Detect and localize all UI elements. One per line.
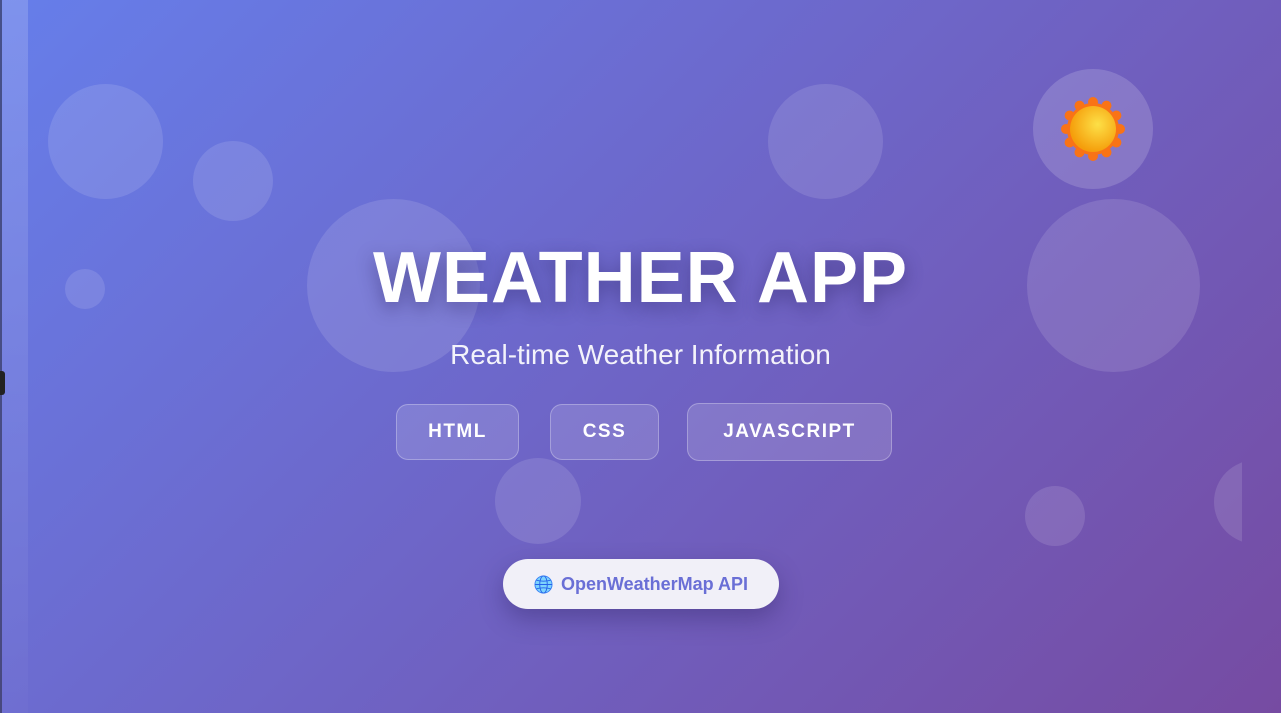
decorative-bubble bbox=[495, 458, 581, 544]
weather-badge bbox=[1033, 69, 1153, 189]
tech-tag-html: HTML bbox=[396, 404, 519, 460]
decorative-bubble bbox=[193, 141, 273, 221]
resize-handle[interactable] bbox=[0, 371, 5, 395]
decorative-bubble bbox=[768, 84, 883, 199]
openweathermap-api-button[interactable]: OpenWeatherMap API bbox=[503, 559, 779, 609]
decorative-bubble bbox=[1025, 486, 1085, 546]
decorative-bubble-partial bbox=[1214, 460, 1242, 544]
app-title: WEATHER APP bbox=[372, 238, 908, 318]
tech-tag-css: CSS bbox=[550, 404, 659, 460]
globe-icon bbox=[534, 574, 553, 594]
tech-tag-javascript: JAVASCRIPT bbox=[687, 403, 892, 461]
sun-icon bbox=[1061, 97, 1125, 161]
decorative-bubble bbox=[48, 84, 163, 199]
api-button-label: OpenWeatherMap API bbox=[560, 573, 749, 594]
app-subtitle: Real-time Weather Information bbox=[450, 339, 831, 370]
